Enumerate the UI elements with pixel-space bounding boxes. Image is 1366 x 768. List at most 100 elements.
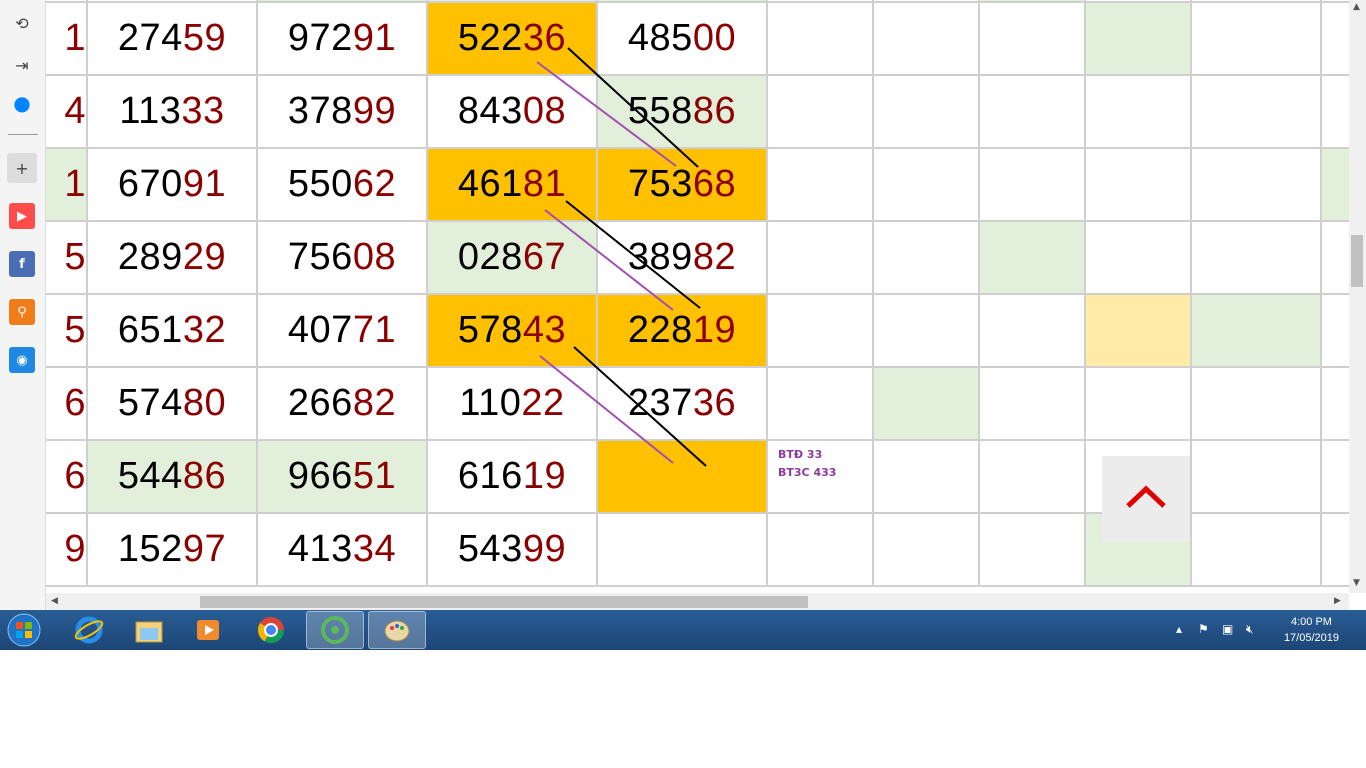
table-cell <box>1192 76 1322 149</box>
chrome-icon[interactable] <box>242 611 300 649</box>
facebook-icon[interactable]: f <box>7 249 37 279</box>
sidebar: ⟲ ⇥ ● + ▶ f ⚲ ◉ <box>0 0 46 610</box>
sign-in-icon[interactable]: ⇥ <box>7 50 37 80</box>
action-center-flag-icon[interactable]: ⚑ <box>1198 622 1209 636</box>
table-cell <box>1086 3 1192 76</box>
cell-tail-digits: 82 <box>692 236 737 278</box>
start-button[interactable] <box>4 611 44 649</box>
table-cell: 407 71 <box>258 295 428 368</box>
cell-tail-digits: 80 <box>182 382 227 424</box>
cell-head-digits: 485 <box>627 17 693 59</box>
table-cell: 972 91 <box>258 3 428 76</box>
cell-tail-digits: 51 <box>352 455 397 497</box>
table-cell: 113 33 <box>88 76 258 149</box>
table-cell: 152 97 <box>88 514 258 587</box>
coccoc-icon[interactable] <box>306 611 364 649</box>
youtube-icon[interactable]: ▶ <box>7 201 37 231</box>
clock-date: 17/05/2019 <box>1283 632 1339 644</box>
cell-head-digits: 756 <box>287 236 353 278</box>
cell-tail-digits: 33 <box>181 90 225 132</box>
scroll-left-arrow-icon[interactable]: ◀ <box>51 596 58 606</box>
cell-tail-digits: 91 <box>352 17 397 59</box>
vertical-scroll-thumb[interactable] <box>1351 235 1363 287</box>
table-cell: 228 19 <box>598 295 768 368</box>
table-cell <box>1086 149 1192 222</box>
cell-head-digits: 113 <box>119 90 182 132</box>
search-icon[interactable]: ⚲ <box>7 297 37 327</box>
table-cell <box>768 149 874 222</box>
table-cell <box>1322 295 1349 368</box>
vertical-scrollbar[interactable]: ▲ ▼ <box>1349 0 1366 593</box>
messenger-icon[interactable]: ● <box>7 88 37 118</box>
cell-tail-digits: 22 <box>521 382 565 424</box>
table-cell <box>874 441 980 514</box>
table-cell: 237 36 <box>598 368 768 441</box>
cell-head-digits: 028 <box>457 236 523 278</box>
scroll-to-top-button[interactable] <box>1102 456 1190 542</box>
table-cell: 753 68 <box>598 149 768 222</box>
taskbar: ▴ ⚑ ▣ 🔇︎ 4:00 PM 17/05/2019 <box>0 610 1366 650</box>
cell-tail-digits: 5 <box>64 309 86 351</box>
media-player-icon[interactable] <box>180 611 238 649</box>
cell-head-digits: 578 <box>457 309 523 351</box>
scroll-right-arrow-icon[interactable]: ▶ <box>1334 596 1341 606</box>
cell-tail-digits: 1 <box>64 163 86 205</box>
table-cell: 413 34 <box>258 514 428 587</box>
scroll-down-arrow-icon[interactable]: ▼ <box>1353 578 1360 588</box>
table-cell <box>874 368 980 441</box>
scroll-up-arrow-icon[interactable]: ▲ <box>1353 2 1360 12</box>
cell-head-digits: 544 <box>117 455 183 497</box>
show-hidden-icons-icon[interactable]: ▴ <box>1176 622 1182 636</box>
music-icon[interactable]: ◉ <box>7 345 37 375</box>
cell-tail-digits: 08 <box>352 236 397 278</box>
cell-head-digits: 616 <box>457 455 523 497</box>
table-cell <box>980 295 1086 368</box>
cell-tail-digits: 6 <box>64 382 86 424</box>
table-cell <box>874 76 980 149</box>
table-cell <box>874 149 980 222</box>
table-cell <box>980 149 1086 222</box>
table-cell: 756 08 <box>258 222 428 295</box>
table-cell <box>1086 295 1192 368</box>
horizontal-scroll-thumb[interactable] <box>200 596 808 608</box>
cell-tail-digits: 19 <box>692 309 737 351</box>
partial-cell: 5 <box>46 222 88 295</box>
cell-head-digits: 274 <box>117 17 183 59</box>
cell-tail-digits: 9 <box>64 528 86 570</box>
cell-head-digits: 543 <box>457 528 523 570</box>
table-cell: 966 51 <box>258 441 428 514</box>
plus-icon[interactable]: + <box>7 153 37 183</box>
table-cell: 266 82 <box>258 368 428 441</box>
history-icon[interactable]: ⟲ <box>7 8 37 38</box>
sidebar-divider <box>8 134 38 135</box>
table-cell <box>1322 3 1349 76</box>
cell-head-digits: 266 <box>287 382 353 424</box>
internet-explorer-icon[interactable] <box>60 611 118 649</box>
horizontal-scrollbar[interactable]: ◀ ▶ <box>46 593 1349 610</box>
network-icon[interactable]: ▣ <box>1222 622 1233 636</box>
table-cell <box>1322 149 1349 222</box>
partial-cell: 6 <box>46 441 88 514</box>
table-cell: 389 82 <box>598 222 768 295</box>
clock[interactable]: 4:00 PM 17/05/2019 <box>1284 614 1339 646</box>
table-cell <box>1322 441 1349 514</box>
partial-cell: 4 <box>46 76 88 149</box>
cell-head-digits: 237 <box>627 382 693 424</box>
cell-tail-digits: 82 <box>352 382 397 424</box>
cell-head-digits: 389 <box>627 236 693 278</box>
table-cell: 543 99 <box>428 514 598 587</box>
cell-head-digits: 966 <box>287 455 353 497</box>
table-cell: 616 19 <box>428 441 598 514</box>
paint-icon[interactable] <box>368 611 426 649</box>
table-cell: 558 86 <box>598 76 768 149</box>
cell-tail-digits: 1 <box>64 17 86 59</box>
table-cell <box>980 3 1086 76</box>
cell-tail-digits: 68 <box>692 163 737 205</box>
table-cell: 522 36 <box>428 3 598 76</box>
cell-tail-digits: 34 <box>352 528 397 570</box>
volume-muted-icon[interactable]: 🔇︎ <box>1246 622 1254 637</box>
cell-head-digits: 574 <box>117 382 183 424</box>
cell-head-digits: 413 <box>287 528 353 570</box>
table-cell <box>1322 222 1349 295</box>
file-explorer-icon[interactable] <box>120 611 178 649</box>
